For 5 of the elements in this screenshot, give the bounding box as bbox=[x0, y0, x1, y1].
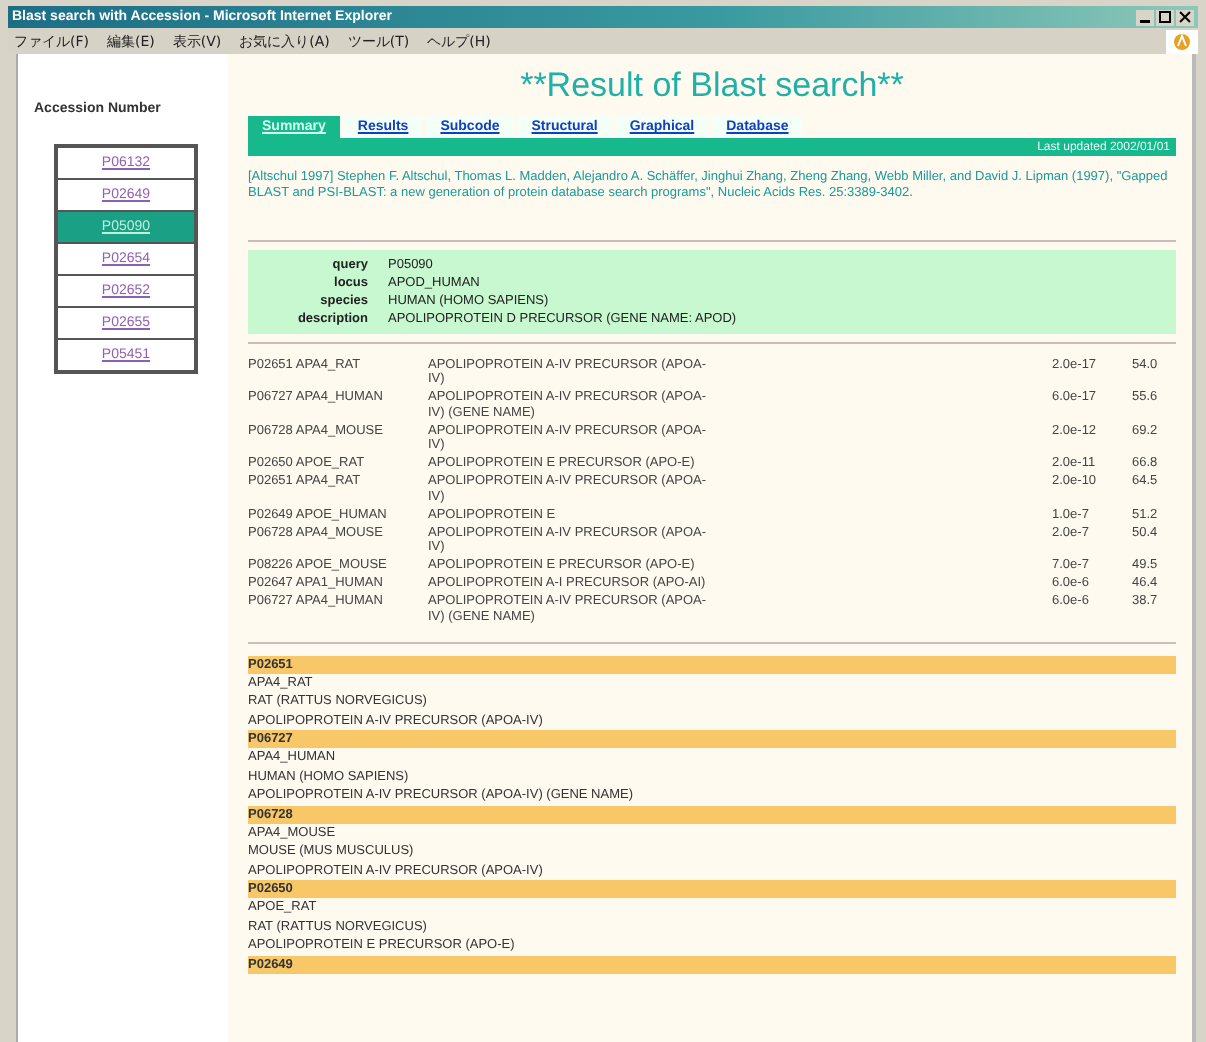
maximize-icon[interactable] bbox=[1156, 9, 1174, 25]
minimize-icon[interactable] bbox=[1136, 9, 1154, 25]
close-icon[interactable] bbox=[1176, 9, 1194, 25]
browser-logo-icon bbox=[1166, 29, 1198, 53]
page-title: **Result of Blast search** bbox=[518, 66, 906, 106]
